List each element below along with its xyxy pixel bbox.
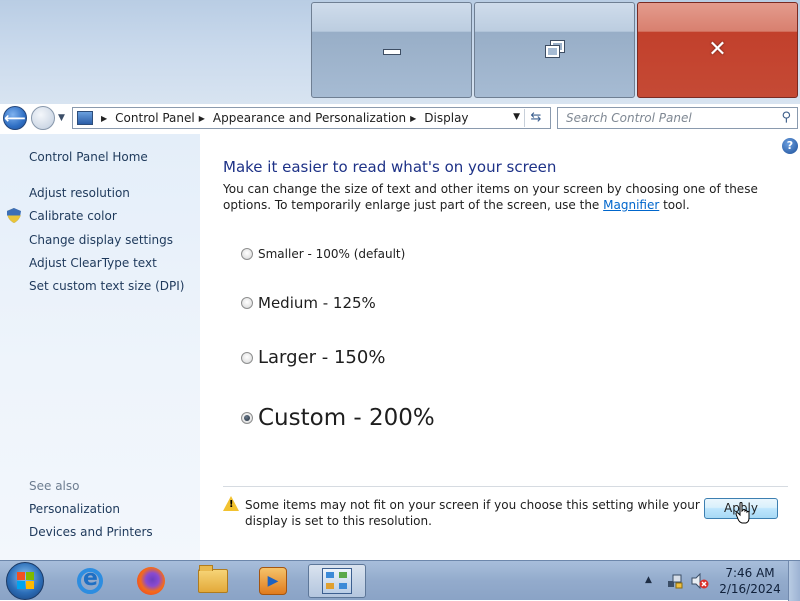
- minimize-button[interactable]: [311, 2, 472, 98]
- clock-date: 2/16/2024: [719, 582, 781, 596]
- sidebar-item-control-panel-home[interactable]: Control Panel Home: [29, 150, 148, 164]
- magnifier-link[interactable]: Magnifier: [603, 198, 659, 212]
- taskbar-control-panel[interactable]: [308, 564, 366, 598]
- divider: [223, 486, 788, 487]
- option-larger-radio[interactable]: [241, 351, 253, 364]
- sidebar-item-change-display-settings[interactable]: Change display settings: [29, 233, 173, 247]
- option-medium[interactable]: Medium - 125%: [241, 294, 376, 312]
- breadcrumb-arrow-icon[interactable]: ▶: [101, 114, 107, 123]
- sidebar: Control Panel Home Adjust resolution Cal…: [0, 134, 200, 560]
- address-bar[interactable]: ▶ Control Panel ▶ Appearance and Persona…: [72, 107, 551, 129]
- breadcrumb-display[interactable]: Display: [424, 111, 468, 125]
- sidebar-item-adjust-cleartype[interactable]: Adjust ClearType text: [29, 256, 157, 270]
- refresh-icon[interactable]: ⇆: [524, 109, 547, 127]
- network-icon[interactable]: [667, 573, 683, 589]
- media-player-icon: ▶: [259, 567, 287, 595]
- page-description: You can change the size of text and othe…: [223, 181, 783, 213]
- minimize-icon: [382, 49, 401, 55]
- volume-muted-icon[interactable]: [691, 573, 709, 589]
- search-placeholder: Search Control Panel: [566, 111, 692, 125]
- sidebar-item-personalization[interactable]: Personalization: [29, 502, 120, 516]
- option-smaller-label: Smaller - 100% (default): [258, 247, 406, 261]
- taskbar-firefox[interactable]: [131, 564, 171, 598]
- show-hidden-icons-icon[interactable]: ▲: [645, 575, 652, 585]
- close-button[interactable]: ✕: [637, 2, 798, 98]
- option-smaller[interactable]: Smaller - 100% (default): [241, 247, 405, 261]
- restore-button[interactable]: [474, 2, 635, 98]
- option-medium-radio[interactable]: [241, 297, 253, 309]
- navigation-bar: ⟵ ▼ ▶ Control Panel ▶ Appearance and Per…: [0, 104, 800, 132]
- back-button[interactable]: ⟵: [3, 106, 27, 130]
- close-icon: ✕: [708, 37, 727, 62]
- control-panel-icon: [322, 568, 352, 594]
- windows-logo-icon: [17, 572, 35, 590]
- help-icon[interactable]: ?: [782, 138, 798, 154]
- start-button[interactable]: [6, 562, 44, 600]
- sidebar-item-devices-and-printers[interactable]: Devices and Printers: [29, 525, 153, 539]
- warning-message: Some items may not fit on your screen if…: [245, 498, 700, 528]
- back-arrow-icon: ⟵: [4, 109, 26, 127]
- warning-icon-mark: !: [229, 499, 234, 510]
- forward-button[interactable]: [31, 106, 55, 130]
- page-title: Make it easier to read what's on your sc…: [223, 158, 557, 176]
- sidebar-item-calibrate-color[interactable]: Calibrate color: [29, 209, 117, 223]
- see-also-heading: See also: [29, 479, 80, 493]
- system-clock[interactable]: 7:46 AM 2/16/2024: [716, 565, 784, 597]
- show-desktop-button[interactable]: [788, 561, 800, 601]
- breadcrumb-arrow-icon[interactable]: ▶: [410, 114, 416, 123]
- search-input[interactable]: Search Control Panel ⚲: [557, 107, 798, 129]
- shield-icon: [7, 208, 21, 223]
- address-dropdown-icon[interactable]: ▼: [513, 112, 520, 122]
- option-larger[interactable]: Larger - 150%: [241, 347, 385, 368]
- recent-pages-dropdown-icon[interactable]: ▼: [58, 113, 65, 123]
- taskbar-media-player[interactable]: ▶: [253, 564, 293, 598]
- option-medium-label: Medium - 125%: [258, 294, 376, 312]
- taskbar-internet-explorer[interactable]: [70, 564, 110, 598]
- taskbar-file-explorer[interactable]: [193, 564, 233, 598]
- description-text-end: tool.: [659, 198, 690, 212]
- file-explorer-icon: [198, 565, 228, 593]
- sidebar-item-custom-text-size[interactable]: Set custom text size (DPI): [29, 279, 184, 293]
- restore-icon: [544, 40, 566, 60]
- internet-explorer-icon: [77, 566, 103, 594]
- option-custom[interactable]: Custom - 200%: [241, 405, 435, 431]
- taskbar: ▶ ▲ 7:46 AM 2/16/2024: [0, 560, 800, 601]
- firefox-icon: [137, 567, 165, 595]
- option-larger-label: Larger - 150%: [258, 347, 386, 368]
- control-panel-icon: [77, 111, 93, 125]
- hand-cursor-icon: [735, 502, 750, 524]
- option-smaller-radio[interactable]: [241, 248, 253, 260]
- option-custom-radio[interactable]: [241, 412, 253, 424]
- breadcrumb-appearance[interactable]: Appearance and Personalization: [213, 111, 406, 125]
- option-custom-label: Custom - 200%: [258, 405, 435, 431]
- sidebar-item-adjust-resolution[interactable]: Adjust resolution: [29, 186, 130, 200]
- search-icon[interactable]: ⚲: [781, 110, 791, 125]
- clock-time: 7:46 AM: [725, 566, 775, 580]
- breadcrumb-arrow-icon[interactable]: ▶: [199, 114, 205, 123]
- main-content: ? Make it easier to read what's on your …: [200, 134, 800, 560]
- window-titlebar: ✕: [0, 0, 800, 104]
- breadcrumb-control-panel[interactable]: Control Panel: [115, 111, 195, 125]
